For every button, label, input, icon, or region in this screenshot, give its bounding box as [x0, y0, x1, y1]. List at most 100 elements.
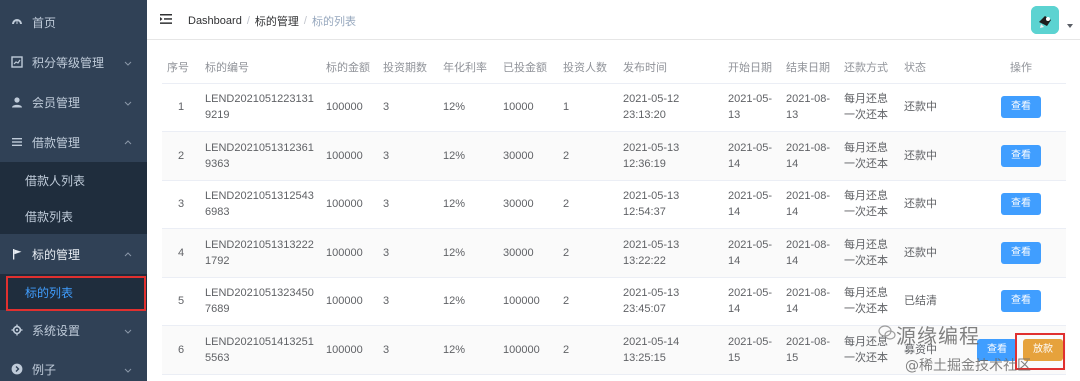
- table-cell: 10000: [498, 83, 558, 132]
- view-button[interactable]: 查看: [1001, 241, 1041, 264]
- table-cell: 2021-05- 14: [723, 131, 781, 181]
- cell-no: 6: [177, 343, 185, 356]
- table-cell: 2021-08- 14: [781, 131, 839, 181]
- cell-published: 2021-05-13 12:36:19: [623, 141, 680, 170]
- table-cell: 3: [378, 325, 438, 375]
- cell-end-date: 15: [786, 351, 799, 364]
- sub-item-bid-list[interactable]: 标的列表: [0, 274, 147, 310]
- table-cell: 每月还息 一次还本: [839, 131, 899, 181]
- table-cell: 3: [378, 131, 438, 181]
- cell-end-date: 14: [786, 303, 799, 316]
- table-cell: 100000: [498, 325, 558, 375]
- table-cell: 30000: [498, 180, 558, 229]
- table-cell: 每月还息 一次还本: [839, 83, 899, 132]
- cell-repay: 每月还息: [844, 141, 888, 154]
- watermark-subtitle: @稀土掘金技术社区: [905, 358, 1031, 374]
- table-cell: LEND2021051323450 7689: [200, 277, 321, 326]
- wechat-icon: [878, 324, 896, 342]
- table-cell: 还款中: [899, 180, 976, 229]
- view-button[interactable]: 查看: [1001, 290, 1041, 313]
- cell-end-date: 14: [786, 206, 799, 219]
- cell-end-date: 2021-08-: [786, 190, 831, 203]
- cell-rate: 12%: [443, 101, 466, 114]
- cell-code: LEND2021051223131: [205, 93, 314, 106]
- menu-item-points-level[interactable]: 积分等级管理: [0, 42, 147, 82]
- sidebar: 首页 积分等级管理 会员管理 借款管理 借款人列表 借款列表 标的管理 标的列表…: [0, 0, 147, 381]
- menu-item-examples[interactable]: 例子: [0, 349, 147, 381]
- sub-item-loan-list[interactable]: 借款列表: [0, 198, 147, 234]
- watermark-title: 源缘编程: [896, 324, 980, 348]
- table-cell: 每月还息 一次还本: [839, 228, 899, 278]
- cell-no: 1: [177, 101, 185, 114]
- view-button[interactable]: 查看: [1001, 144, 1041, 167]
- cell-rate: 12%: [443, 198, 466, 211]
- breadcrumb-dashboard[interactable]: Dashboard: [188, 15, 242, 27]
- table-cell: LEND2021051312543 6983: [200, 180, 321, 229]
- menu-item-loans[interactable]: 借款管理: [0, 122, 147, 162]
- col-header: 开始日期: [723, 52, 781, 84]
- menu-item-system-settings[interactable]: 系统设置: [0, 310, 147, 350]
- col-header: 已投金额: [498, 52, 558, 84]
- cell-invested: 30000: [503, 149, 534, 162]
- cell-repay: 每月还息: [844, 93, 888, 106]
- col-header: 序号: [162, 52, 200, 84]
- sub-item-borrower-list[interactable]: 借款人列表: [0, 162, 147, 198]
- menu-label: 首页: [32, 15, 57, 30]
- table-cell: 30000: [498, 228, 558, 278]
- cell-code: LEND2021051312361: [205, 141, 314, 154]
- dashboard-icon: [10, 15, 24, 29]
- cell-rate: 12%: [443, 246, 466, 259]
- table-cell: 100000: [498, 277, 558, 326]
- table-row: 4 LEND2021051313222 1792 100000 3 12% 30000 2 20…: [162, 228, 1066, 278]
- menu-item-bid-management[interactable]: 标的管理: [0, 234, 147, 274]
- table-cell: 2: [558, 325, 618, 375]
- cell-end-date: 2021-08-: [786, 287, 831, 300]
- cell-start-date: 13: [728, 109, 741, 122]
- cell-end-date: 2021-08-: [786, 335, 831, 348]
- table-cell: 查看: [976, 83, 1066, 132]
- gear-icon: [10, 323, 24, 337]
- table-cell: 2021-08- 14: [781, 277, 839, 326]
- table-cell: 100000: [321, 277, 378, 326]
- menu-item-home[interactable]: 首页: [0, 2, 147, 42]
- cell-no: 5: [177, 295, 185, 308]
- menu-item-members[interactable]: 会员管理: [0, 82, 147, 122]
- view-button[interactable]: 查看: [1001, 193, 1041, 216]
- cell-published: 2021-05-13 12:54:37: [623, 190, 680, 219]
- table-cell: 100000: [321, 131, 378, 181]
- cell-repay: 一次还本: [844, 351, 888, 364]
- cell-start-date: 14: [728, 157, 741, 170]
- table-cell: 2021-05-13 23:45:07: [618, 277, 723, 326]
- view-button[interactable]: 查看: [1001, 96, 1041, 119]
- table-cell: 100000: [321, 180, 378, 229]
- cell-code: LEND2021051313222: [205, 238, 314, 251]
- table-cell: 2021-08- 14: [781, 228, 839, 278]
- table-cell: 2021-05-12 23:13:20: [618, 83, 723, 132]
- cell-status: 还款中: [904, 246, 937, 259]
- breadcrumb-current: 标的列表: [311, 16, 356, 28]
- breadcrumb-bid-management[interactable]: 标的管理: [255, 13, 299, 29]
- cell-periods: 3: [383, 343, 390, 356]
- table-cell: 2021-05-13 13:22:22: [618, 228, 723, 278]
- caret-down-icon[interactable]: [1067, 24, 1073, 28]
- cell-start-date: 14: [728, 254, 741, 267]
- cell-amount: 100000: [326, 149, 363, 162]
- table-cell: LEND2021051313222 1792: [200, 228, 321, 278]
- table-cell: 2021-05-13 12:54:37: [618, 180, 723, 229]
- hamburger-icon[interactable]: [159, 12, 173, 26]
- table-cell: 2021-08- 14: [781, 180, 839, 229]
- cell-code: 5563: [205, 351, 230, 364]
- cell-status: 已结清: [904, 295, 937, 308]
- menu-label: 例子: [32, 362, 57, 377]
- table-cell: 查看: [976, 277, 1066, 326]
- avatar[interactable]: [1031, 6, 1059, 34]
- navbar: Dashboard / 标的管理 / 标的列表: [147, 0, 1080, 40]
- table-cell: 2021-08- 13: [781, 83, 839, 132]
- cell-no: 2: [177, 149, 185, 162]
- table-header-row: 序号 标的编号 标的金额 投资期数 年化利率 已投金额 投资人数 发布时间 开始…: [162, 52, 1066, 84]
- table-cell: 2021-05- 14: [723, 277, 781, 326]
- cell-repay: 一次还本: [844, 109, 888, 122]
- table-cell: LEND2021051413251 5563: [200, 325, 321, 375]
- cell-investors: 2: [563, 198, 570, 211]
- col-header: 投资人数: [558, 52, 618, 84]
